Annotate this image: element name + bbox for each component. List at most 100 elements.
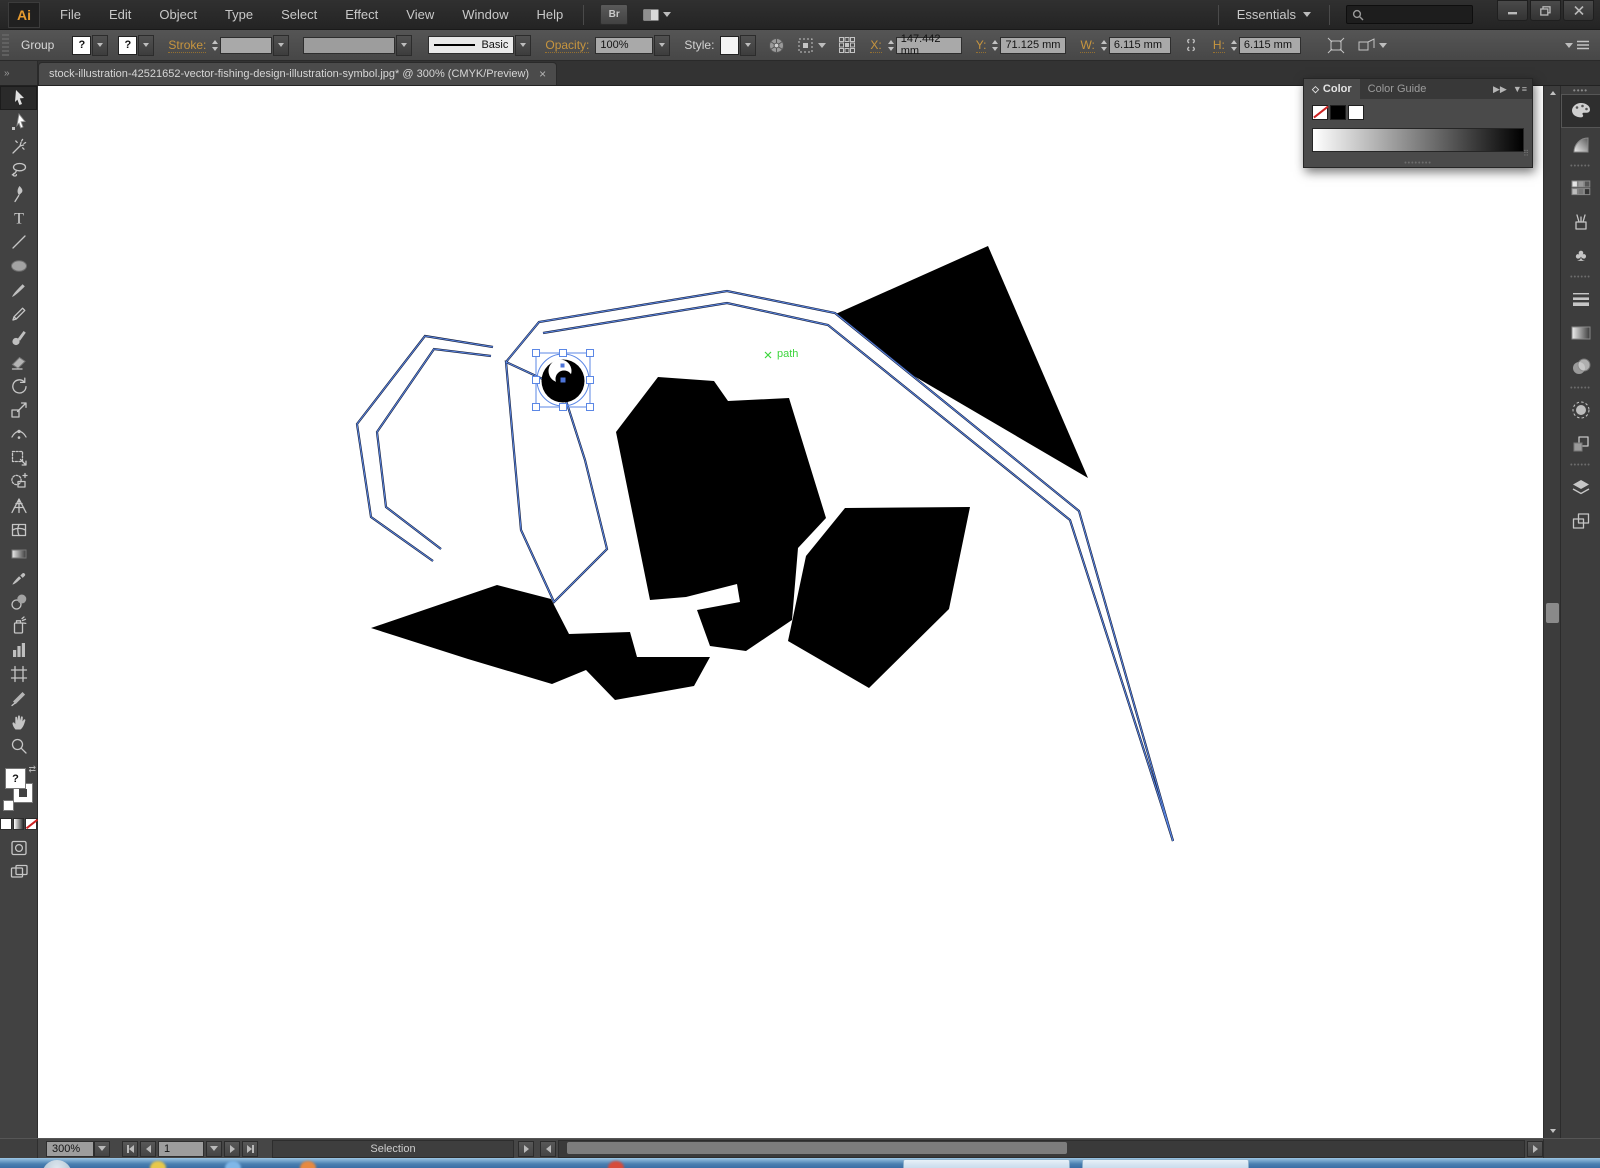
start-button[interactable] (42, 1160, 72, 1168)
grayscale-spectrum-slider[interactable] (1312, 128, 1524, 152)
shear-button[interactable] (1357, 37, 1387, 54)
paintbrush-tool[interactable] (0, 278, 37, 302)
zoom-tool[interactable] (0, 734, 37, 758)
arrange-documents-button[interactable] (642, 8, 671, 22)
brush-definition-field[interactable]: Basic (428, 36, 514, 54)
type-tool[interactable]: T (0, 206, 37, 230)
color-fill-button[interactable] (0, 818, 12, 830)
menu-window[interactable]: Window (448, 0, 522, 30)
opacity-panel-link[interactable]: Opacity: (545, 38, 589, 53)
none-swatch[interactable] (1312, 105, 1328, 120)
pectoral-fin-shape[interactable] (371, 585, 710, 700)
scroll-up-icon[interactable] (1544, 86, 1561, 100)
brush-definition-dropdown[interactable] (515, 35, 531, 56)
taskbar-app-icon[interactable] (608, 1161, 624, 1168)
zoom-level-dropdown[interactable] (94, 1141, 110, 1157)
symbol-sprayer-tool[interactable] (0, 614, 37, 638)
pencil-tool[interactable] (0, 302, 37, 326)
horizontal-scroll-thumb[interactable] (567, 1142, 1067, 1154)
eyedropper-tool[interactable] (0, 566, 37, 590)
free-transform-tool[interactable] (0, 446, 37, 470)
bridge-button[interactable]: Br (600, 4, 628, 25)
mesh-tool[interactable] (0, 518, 37, 542)
scale-tool[interactable] (0, 398, 37, 422)
menu-help[interactable]: Help (522, 0, 577, 30)
y-field[interactable]: 71.125 mm (1000, 37, 1066, 54)
select-similar-button[interactable] (797, 37, 826, 54)
direct-selection-tool[interactable] (0, 110, 37, 134)
drawing-mode-button[interactable] (0, 836, 37, 860)
vertical-scrollbar[interactable] (1543, 86, 1560, 1138)
page-number-field[interactable]: 1 (158, 1141, 204, 1157)
dock-brushes-panel[interactable] (1561, 205, 1600, 239)
jaw-band-fill[interactable] (357, 336, 493, 561)
graphic-style-swatch[interactable] (720, 36, 739, 55)
panel-resize-grip[interactable]: ⠿ (1523, 149, 1530, 158)
menu-effect[interactable]: Effect (331, 0, 392, 30)
tab-color[interactable]: ◇ Color (1304, 79, 1360, 99)
perspective-grid-tool[interactable] (0, 494, 37, 518)
w-field[interactable]: 6.115 mm (1109, 37, 1171, 54)
dock-stroke-panel[interactable] (1561, 282, 1600, 316)
w-stepper[interactable] (1101, 40, 1107, 51)
menu-file[interactable]: File (46, 0, 95, 30)
menu-view[interactable]: View (392, 0, 448, 30)
dock-swatches-panel[interactable] (1561, 171, 1600, 205)
stroke-weight-field[interactable] (220, 37, 272, 54)
dock-transparency-panel[interactable] (1561, 350, 1600, 384)
control-panel-menu[interactable] (1565, 40, 1590, 50)
width-profile-field[interactable] (303, 37, 395, 54)
panel-cycle-icon[interactable]: ◇ (1312, 84, 1319, 95)
taskbar-app-icon[interactable] (150, 1161, 166, 1168)
menu-object[interactable]: Object (145, 0, 211, 30)
dock-color-guide-panel[interactable] (1561, 128, 1600, 162)
dock-graphic-styles-panel[interactable] (1561, 427, 1600, 461)
width-tool[interactable] (0, 422, 37, 446)
column-graph-tool[interactable] (0, 638, 37, 662)
close-button[interactable] (1563, 0, 1594, 21)
stroke-weight-dropdown[interactable] (273, 35, 289, 56)
page-number-dropdown[interactable] (206, 1141, 222, 1157)
screen-mode-button[interactable] (0, 860, 37, 884)
taskbar-app-icon[interactable] (225, 1161, 241, 1168)
graphic-style-dropdown[interactable] (740, 35, 756, 56)
menu-type[interactable]: Type (211, 0, 267, 30)
shape-builder-tool[interactable] (0, 470, 37, 494)
windows-taskbar[interactable] (0, 1158, 1600, 1168)
dorsal-fin-shape[interactable] (820, 246, 1088, 478)
fill-proxy[interactable]: ? (5, 768, 26, 789)
reference-point-locator[interactable] (838, 36, 856, 54)
minimize-button[interactable] (1497, 0, 1528, 21)
stroke-panel-link[interactable]: Stroke: (168, 38, 206, 53)
collapse-panel-icon[interactable]: ▶▶ (1493, 84, 1507, 95)
document-tab[interactable]: stock-illustration-42521652-vector-fishi… (38, 62, 557, 85)
panel-menu-icon[interactable]: ▼≡ (1513, 84, 1527, 94)
menu-select[interactable]: Select (267, 0, 331, 30)
dock-artboards-panel[interactable] (1561, 504, 1600, 538)
artboard-canvas[interactable]: path (38, 86, 1543, 1138)
none-fill-button[interactable] (25, 818, 37, 830)
tail-fin-shape[interactable] (788, 507, 970, 688)
ellipse-tool[interactable] (0, 254, 37, 278)
app-logo-icon[interactable]: Ai (8, 2, 40, 28)
dock-layers-panel[interactable] (1561, 470, 1600, 504)
fill-color-dropdown[interactable] (92, 35, 108, 56)
eraser-tool[interactable] (0, 350, 37, 374)
dock-expand-handle[interactable]: •••• (1561, 86, 1600, 94)
workspace-switcher[interactable]: Essentials (1225, 7, 1323, 22)
blob-brush-tool[interactable] (0, 326, 37, 350)
scroll-down-icon[interactable] (1544, 1124, 1561, 1138)
toolbar-collapse-header[interactable]: » (0, 61, 38, 85)
width-profile-dropdown[interactable] (396, 35, 412, 56)
dock-symbols-panel[interactable]: ♣ (1561, 239, 1600, 273)
gradient-fill-button[interactable] (13, 818, 25, 830)
pen-tool[interactable] (0, 182, 37, 206)
previous-page-button[interactable] (140, 1141, 156, 1157)
body-shape[interactable] (616, 377, 826, 651)
transform-button[interactable] (1327, 37, 1345, 54)
recolor-artwork-button[interactable] (768, 37, 785, 54)
scroll-right-button[interactable] (1527, 1141, 1543, 1157)
line-segment-tool[interactable] (0, 230, 37, 254)
gradient-tool[interactable] (0, 542, 37, 566)
hand-tool[interactable] (0, 710, 37, 734)
